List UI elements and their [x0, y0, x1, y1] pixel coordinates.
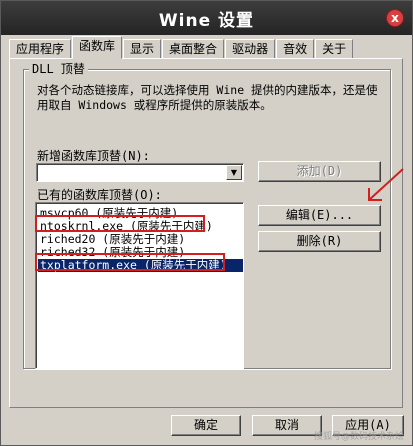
tab-desktop-integration[interactable]: 桌面整合 — [162, 39, 225, 59]
tab-drives[interactable]: 驱动器 — [225, 39, 276, 59]
close-icon[interactable]: x — [386, 9, 404, 27]
group-title: DLL 顶替 — [29, 63, 88, 75]
ok-button[interactable]: 确定 — [171, 415, 241, 436]
delete-button[interactable]: 删除(R) — [258, 231, 381, 252]
cancel-button[interactable]: 取消 — [252, 415, 322, 436]
existing-overrides-label: 已有的函数库顶替(O): — [37, 188, 162, 202]
tab-about[interactable]: 关于 — [315, 39, 354, 59]
tab-applications[interactable]: 应用程序 — [9, 39, 72, 59]
new-override-combobox[interactable]: ▼ — [36, 163, 244, 182]
annotation-arrow-icon — [368, 168, 404, 201]
new-override-label: 新增函数库顶替(N): — [37, 149, 150, 163]
tab-graphics[interactable]: 显示 — [123, 39, 162, 59]
tab-bar: 应用程序 函数库 显示 桌面整合 驱动器 音效 关于 — [9, 36, 354, 59]
wine-config-window: Wine 设置 x 应用程序 函数库 显示 桌面整合 驱动器 音效 关于 DLL… — [0, 0, 413, 446]
list-item-selected[interactable]: txplatform.exe (原装先于内建) — [38, 259, 243, 272]
tab-audio[interactable]: 音效 — [276, 39, 315, 59]
window-title: Wine 设置 — [158, 11, 255, 31]
group-description: 对各个动态链接库，可以选择使用 Wine 提供的内建版本，还是使用取自 Wind… — [37, 83, 378, 112]
title-bar[interactable]: Wine 设置 x — [1, 1, 412, 35]
tab-libraries[interactable]: 函数库 — [72, 36, 123, 59]
existing-overrides-list[interactable]: msvcp60 (原装先于内建) ntoskrnl.exe (原装先于内建) r… — [35, 202, 244, 369]
chevron-down-icon[interactable]: ▼ — [226, 165, 242, 180]
watermark: 搜狐号@数码技术杂烩 — [313, 432, 404, 442]
edit-button[interactable]: 编辑(E)... — [258, 205, 381, 226]
